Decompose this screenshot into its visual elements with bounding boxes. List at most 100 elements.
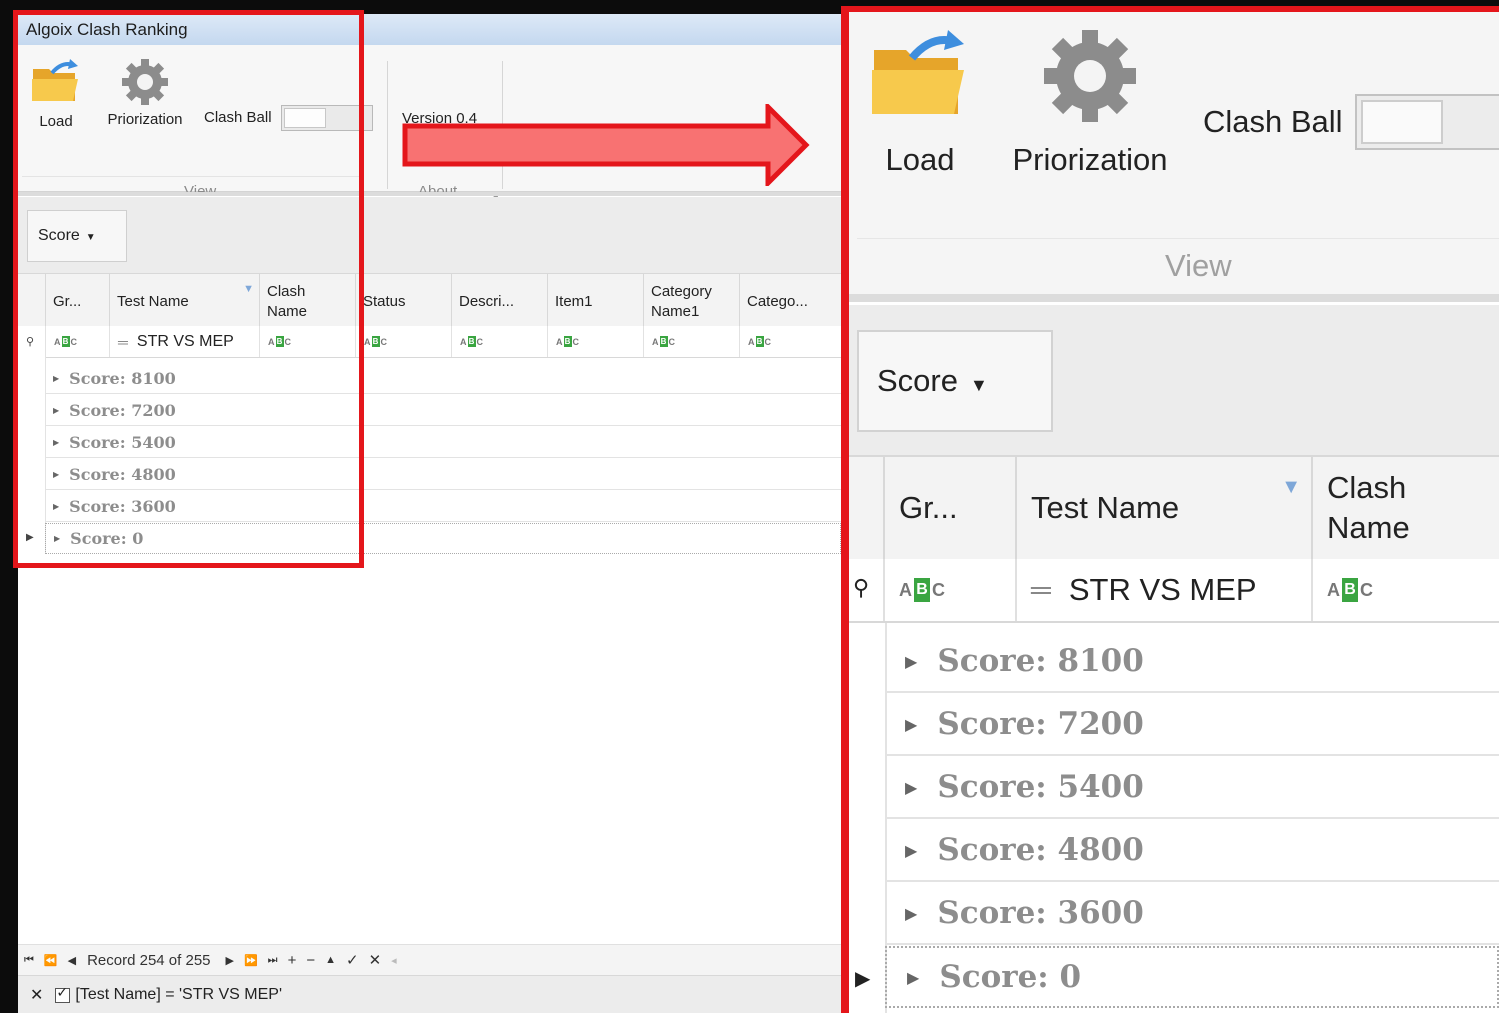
first-record-icon[interactable]: ⏮	[24, 954, 34, 967]
group-row[interactable]: ▶ Score: 8100	[45, 363, 841, 394]
group-row-label: Score: 4800	[69, 464, 176, 484]
zoom-clash-ball-toggle[interactable]	[1355, 94, 1499, 150]
expand-icon[interactable]: ▶	[905, 841, 917, 860]
expand-icon[interactable]: ▶	[53, 502, 59, 511]
column-header-clash-name[interactable]: Clash Name	[259, 274, 355, 326]
row-indicator-column	[18, 357, 46, 553]
filter-cell-description[interactable]: ABC	[451, 326, 547, 357]
column-header-label: Test Name	[117, 293, 189, 310]
group-chip-label: Score	[877, 363, 958, 398]
ribbon-bottom-border	[18, 192, 841, 196]
group-row-label: Score: 8100	[69, 368, 176, 388]
zoom-column-header-clash-name[interactable]: Clash Name	[1311, 457, 1499, 559]
clear-filter-icon[interactable]: ✕	[30, 985, 43, 1005]
zoom-group-row[interactable]: ▶ Score: 7200	[885, 694, 1499, 756]
remove-icon[interactable]: −	[306, 952, 315, 969]
zoom-group-row[interactable]: ▶ Score: 8100	[885, 631, 1499, 693]
last-record-icon[interactable]: ⏭	[268, 954, 278, 967]
column-header-test-name[interactable]: Test Name ▼	[109, 274, 259, 326]
expand-icon[interactable]: ▶	[54, 534, 60, 543]
column-header-group[interactable]: Gr...	[45, 274, 109, 326]
filter-icon[interactable]: ▼	[243, 279, 254, 299]
zoom-column-header-test-name[interactable]: Test Name ▼	[1015, 457, 1311, 559]
filter-cell-item1[interactable]: ABC	[547, 326, 643, 357]
filter-enabled-checkbox[interactable]	[55, 984, 71, 1003]
previous-record-icon[interactable]: ◀	[68, 954, 76, 967]
load-button[interactable]: Load	[28, 59, 84, 130]
expand-icon[interactable]: ▶	[905, 778, 917, 797]
filter-cell-clash-name[interactable]: ABC	[259, 326, 355, 357]
append-icon[interactable]: +	[288, 952, 297, 969]
edit-icon[interactable]: ▲	[325, 954, 336, 966]
group-row[interactable]: ▶ Score: 5400	[45, 427, 841, 458]
expand-icon[interactable]: ▶	[53, 470, 59, 479]
column-header-description[interactable]: Descri...	[451, 274, 547, 326]
gear-icon	[122, 59, 168, 105]
group-row[interactable]: ▶ Score: 4800	[45, 459, 841, 490]
group-row-focused[interactable]: ▶ Score: 0	[45, 523, 841, 554]
filter-cell-category[interactable]: ABC	[739, 326, 835, 357]
abc-text-filter-icon: ABC	[460, 336, 483, 347]
zoom-group-row[interactable]: ▶ Score: 3600	[885, 883, 1499, 945]
ribbon-group-divider	[857, 238, 1499, 239]
next-page-icon[interactable]: ⏩	[244, 954, 258, 967]
grid-header: Gr... Test Name ▼ Clash Name Status Desc…	[18, 273, 841, 327]
caret-down-icon: ▼	[85, 232, 96, 243]
zoom-group-row[interactable]: ▶ Score: 5400	[885, 757, 1499, 819]
zoom-filter-cell-clash-name[interactable]: ABC	[1311, 559, 1499, 621]
filter-icon[interactable]: ▼	[1281, 467, 1301, 507]
priorization-button[interactable]: Priorization	[102, 57, 188, 128]
column-header-status[interactable]: Status	[355, 274, 451, 326]
expand-icon[interactable]: ▶	[905, 652, 917, 671]
zoom-filter-cell-group[interactable]: ABC	[883, 559, 1015, 621]
zoom-priorization-button[interactable]: Priorization	[1005, 26, 1175, 178]
column-header-item1[interactable]: Item1	[547, 274, 643, 326]
column-header-category-name1[interactable]: Category Name1	[643, 274, 739, 326]
filter-cell-group[interactable]: ABC	[45, 326, 109, 357]
group-row-label: Score: 5400	[69, 432, 176, 452]
previous-page-icon[interactable]: ⏪	[44, 954, 58, 967]
load-label: Load	[39, 113, 73, 130]
scroll-left-icon[interactable]: ◂	[391, 954, 397, 967]
expand-icon[interactable]: ▶	[905, 904, 917, 923]
filter-cell-status[interactable]: ABC	[355, 326, 451, 357]
cancel-edit-icon[interactable]: ✕	[369, 951, 382, 969]
group-row-label: Score: 4800	[937, 832, 1144, 868]
column-header-category[interactable]: Catego...	[739, 274, 835, 326]
zoom-priorization-label: Priorization	[1012, 142, 1168, 177]
abc-text-filter-icon: ABC	[1327, 578, 1373, 602]
expand-icon[interactable]: ▶	[53, 406, 59, 415]
group-row[interactable]: ▶ Score: 7200	[45, 395, 841, 426]
zoom-filter-cell-test-name[interactable]: ═ STR VS MEP	[1015, 559, 1311, 621]
zoom-group-chip-score[interactable]: Score ▼	[857, 330, 1053, 432]
group-chip-score[interactable]: Score ▼	[27, 210, 127, 262]
next-record-icon[interactable]: ▶	[226, 954, 234, 967]
toggle-knob	[1361, 100, 1443, 144]
zoom-group-row[interactable]: ▶ Score: 4800	[885, 820, 1499, 882]
zoom-load-button[interactable]: Load	[865, 30, 975, 178]
group-row[interactable]: ▶ Score: 3600	[45, 491, 841, 522]
abc-text-filter-icon: ABC	[364, 336, 387, 347]
filter-value: STR VS MEP	[1068, 572, 1257, 607]
ribbon-group-divider	[22, 176, 362, 177]
expand-icon[interactable]: ▶	[905, 715, 917, 734]
expand-icon[interactable]: ▶	[53, 438, 59, 447]
zoom-column-header-group[interactable]: Gr...	[883, 457, 1015, 559]
filter-cell-category-name1[interactable]: ABC	[643, 326, 739, 357]
clash-ball-toggle[interactable]	[281, 105, 373, 131]
abc-text-filter-icon: ABC	[652, 336, 675, 347]
zoom-group-row-focused[interactable]: ▶ Score: 0	[885, 946, 1499, 1008]
filter-cell-test-name[interactable]: ═ STR VS MEP	[109, 326, 259, 357]
zoom-ribbon-group-view: View	[1165, 248, 1232, 283]
end-edit-icon[interactable]: ✓	[346, 951, 359, 969]
expand-icon[interactable]: ▶	[53, 374, 59, 383]
folder-open-icon	[872, 30, 964, 114]
focused-row-indicator-icon: ▶	[855, 968, 871, 990]
clash-ball-label: Clash Ball	[204, 109, 272, 126]
auto-filter-row: ⚲ ABC ═ STR VS MEP ABC ABC ABC ABC ABC A…	[18, 326, 841, 358]
gear-icon	[1044, 30, 1136, 122]
filter-expression[interactable]: [Test Name] = 'STR VS MEP'	[75, 986, 282, 1004]
record-counter: Record 254 of 255	[87, 951, 211, 969]
abc-text-filter-icon: ABC	[899, 578, 945, 602]
expand-icon[interactable]: ▶	[907, 968, 919, 987]
